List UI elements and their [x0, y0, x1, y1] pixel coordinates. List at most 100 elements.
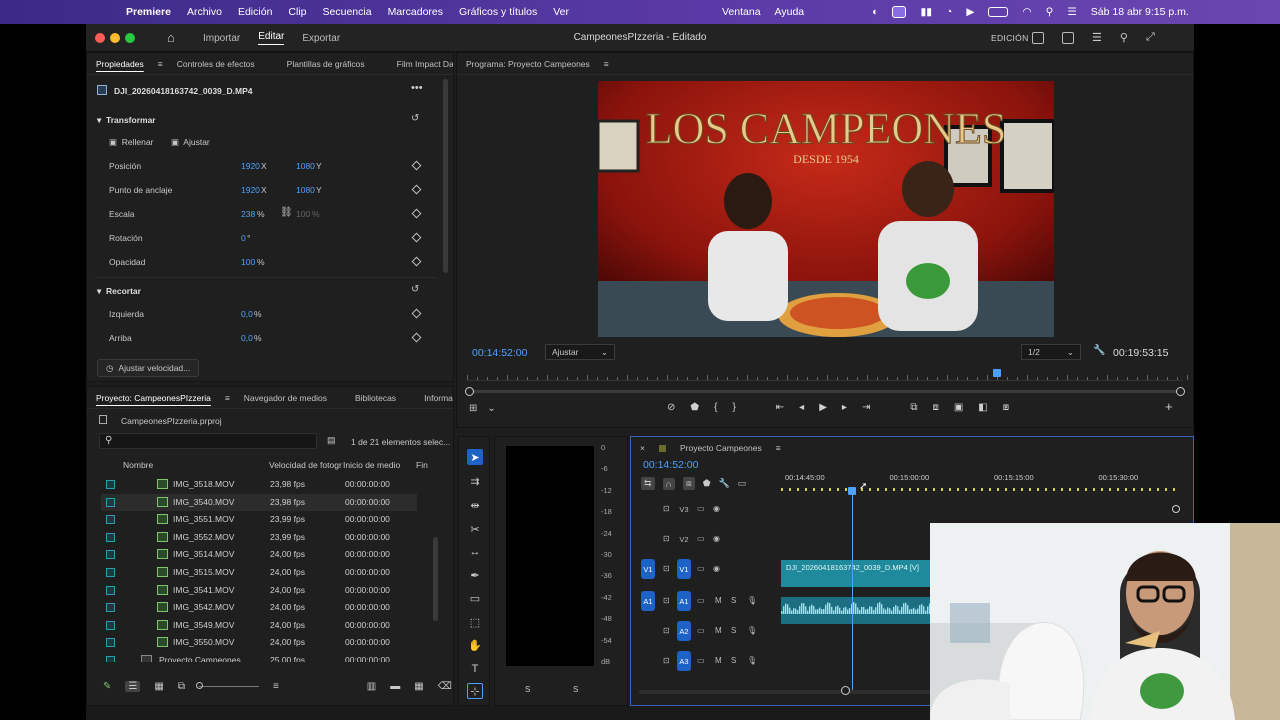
crop-section[interactable]: ▾ Recortar [97, 286, 141, 297]
resolution-dropdown[interactable]: 1/2 ⌄ [1021, 344, 1081, 360]
label-color-swatch[interactable] [106, 480, 115, 489]
vertical-zoom-handle[interactable] [1172, 505, 1180, 513]
scroll-handle-right[interactable] [1176, 387, 1185, 396]
lock-icon[interactable]: ⊡ [663, 504, 670, 513]
fit-button[interactable]: ▣ Ajustar [171, 137, 210, 148]
pen-tool-icon[interactable]: ✒ [467, 567, 483, 583]
label-color-swatch[interactable] [106, 585, 115, 595]
crop-left-value[interactable]: 0,0 [241, 309, 253, 319]
menubar-clock[interactable]: Sáb 18 abr 9:15 p.m. [1091, 6, 1189, 18]
tab-project[interactable]: Proyecto: CampeonesPIzzeria [96, 393, 211, 403]
rectangle-tool-icon[interactable]: ▭ [467, 590, 483, 606]
meter-solo-right[interactable]: S [573, 685, 578, 694]
sync-lock-icon[interactable]: ▭ [697, 656, 705, 665]
add-button-icon[interactable]: + [1165, 399, 1173, 414]
tab-film-impact[interactable]: Film Impact Dash [397, 59, 453, 69]
tab-media-browser[interactable]: Navegador de medios [244, 393, 327, 403]
mark-out-icon[interactable]: } [732, 402, 735, 413]
microphone-icon[interactable]: 🎙 [747, 656, 757, 665]
video-clip[interactable]: DJI_20260418163742_0039_D.MP4 [V] [781, 560, 931, 587]
fullscreen-icon[interactable]: ⤢ [1146, 31, 1155, 44]
project-file-row[interactable]: Proyecto Campeones 25,00 fps 00:00:00:00 [101, 652, 417, 662]
sync-lock-icon[interactable]: ▭ [697, 564, 705, 573]
project-scrollbar[interactable] [433, 537, 438, 621]
menu-clip[interactable]: Clip [288, 6, 306, 18]
chevron-down-icon[interactable]: ⌄ [487, 403, 495, 414]
project-file-row[interactable]: IMG_3551.MOV 23,99 fps 00:00:00:00 [101, 511, 417, 529]
fit-dropdown[interactable]: Ajustar ⌄ [545, 344, 615, 360]
sync-lock-icon[interactable]: ▭ [697, 596, 705, 605]
tab-plantillas-graficos[interactable]: Plantillas de gráficos [287, 59, 365, 69]
overwrite-icon[interactable]: ⧈ [932, 402, 938, 413]
gauge-icon[interactable]: ◔ [946, 6, 952, 18]
lock-icon[interactable]: ⊡ [663, 564, 670, 573]
panel-menu-icon[interactable]: ≡ [158, 59, 163, 69]
properties-scrollbar[interactable] [443, 79, 448, 273]
video-frame[interactable]: LOS CAMPEONES DESDE 1954 [598, 81, 1054, 337]
sync-lock-icon[interactable]: ▭ [697, 534, 705, 543]
ripple-edit-tool-icon[interactable]: ⇹ [467, 497, 483, 513]
label-color-swatch[interactable] [106, 497, 115, 507]
spotlight-icon[interactable]: ⚲ [1046, 6, 1054, 18]
transform-section[interactable]: ▾ Transformar [97, 115, 156, 126]
track-target-button[interactable]: V2 [677, 529, 691, 549]
reset-crop-icon[interactable]: ↺ [411, 284, 419, 295]
share-icon[interactable] [1062, 31, 1074, 44]
label-color-swatch[interactable] [106, 550, 115, 560]
safe-margins-icon[interactable]: ⊞ [469, 403, 477, 414]
position-y[interactable]: 1080 [296, 161, 315, 171]
menu-ayuda[interactable]: Ayuda [775, 6, 805, 18]
razor-tool-icon[interactable]: ✂ [467, 521, 483, 537]
label-color-swatch[interactable] [106, 638, 115, 648]
project-file-row[interactable]: IMG_3549.MOV 24,00 fps 00:00:00:00 [101, 617, 417, 635]
play-circle-icon[interactable]: ▶ [966, 6, 974, 18]
tab-editar[interactable]: Editar [258, 31, 285, 45]
fill-button[interactable]: ▣ Rellenar [109, 137, 153, 148]
panel-layout-icon[interactable] [1032, 31, 1044, 44]
vr-icon[interactable]: ⧆ [1003, 402, 1009, 413]
track-select-tool-icon[interactable]: ⇉ [467, 473, 483, 489]
go-to-in-icon[interactable]: ⇤ [776, 402, 784, 413]
track-target-button[interactable]: V3 [677, 499, 691, 519]
program-ruler[interactable] [467, 371, 1188, 381]
pencil-icon[interactable]: ✎ [103, 681, 111, 692]
col-name[interactable]: Nombre [123, 460, 153, 470]
linked-selection-icon[interactable]: ⧈ [683, 477, 695, 490]
meter-solo-left[interactable]: S [525, 685, 530, 694]
sync-lock-icon[interactable]: ▭ [697, 626, 705, 635]
wrench-icon[interactable]: 🔧 [719, 478, 730, 489]
lock-icon[interactable]: ⊡ [663, 626, 670, 635]
hand-tool-icon[interactable]: ✋ [467, 637, 483, 653]
label-color-swatch[interactable] [106, 656, 115, 662]
lift-icon[interactable]: ⧉ [910, 402, 917, 413]
project-file-row[interactable]: IMG_3552.MOV 23,99 fps 00:00:00:00 [101, 529, 417, 547]
new-bin-icon[interactable]: ▤ [327, 435, 336, 446]
audio-clip[interactable] [781, 597, 931, 624]
wrench-icon[interactable]: 🔧 [1093, 345, 1105, 356]
menu-marcadores[interactable]: Marcadores [388, 6, 443, 18]
label-color-swatch[interactable] [106, 603, 115, 613]
selection-tool-icon[interactable]: ➤ [467, 449, 483, 465]
col-fps[interactable]: Velocidad de fotogr [269, 460, 342, 470]
timeline-playhead[interactable] [848, 487, 856, 495]
keyframe-icon[interactable] [411, 160, 422, 171]
panel-menu-icon[interactable]: ≡ [225, 393, 230, 403]
keyframe-icon[interactable] [411, 232, 422, 243]
close-tab-icon[interactable]: × [640, 443, 645, 453]
lock-icon[interactable]: ⊡ [663, 534, 670, 543]
menu-ventana[interactable]: Ventana [722, 6, 761, 18]
lock-icon[interactable]: ⊡ [663, 656, 670, 665]
automate-icon[interactable]: ▥ [367, 681, 376, 692]
crop-top-value[interactable]: 0,0 [241, 333, 253, 343]
new-item-icon[interactable]: ▦ [414, 681, 423, 692]
sync-lock-icon[interactable]: ▭ [697, 504, 705, 513]
type-tool-icon[interactable]: T [467, 661, 483, 677]
solo-button[interactable]: S [731, 596, 736, 605]
timeline-tab[interactable]: Proyecto Campeones [680, 443, 762, 453]
microphone-icon[interactable]: 🎙 [747, 596, 757, 605]
mute-button[interactable]: M [715, 656, 722, 665]
zoom-slider-handle[interactable] [195, 682, 203, 689]
project-file-row[interactable]: IMG_3518.MOV 23,98 fps 00:00:00:00 [101, 476, 417, 494]
caption-icon[interactable]: ▭ [738, 478, 747, 489]
control-center-icon[interactable]: ☰ [1067, 6, 1076, 18]
